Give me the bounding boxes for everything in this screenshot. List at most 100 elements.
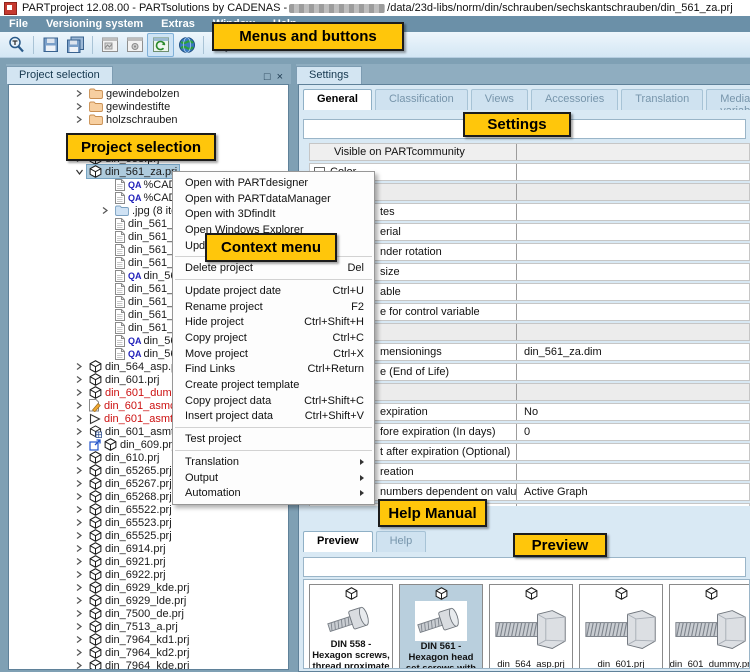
close-panel-icon[interactable]: ×	[277, 72, 283, 82]
window-settings-icon[interactable]	[122, 34, 147, 56]
settings-row-fore-expiration-in-days-[interactable]: fore expiration (In days)0	[309, 423, 750, 441]
context-menu-item-copy-project[interactable]: Copy projectCtrl+C	[173, 330, 374, 346]
tree-item-gewindebolzen[interactable]: gewindebolzen	[9, 87, 288, 100]
settings-row-value[interactable]	[517, 311, 749, 313]
context-menu-item-open-with-partdatamanager[interactable]: Open with PARTdataManager	[173, 191, 374, 207]
tab-translation[interactable]: Translation	[621, 89, 703, 110]
chevron-right-icon[interactable]	[75, 544, 87, 553]
settings-panel-tab[interactable]: Settings	[296, 66, 362, 84]
context-menu-item-find-links[interactable]: Find LinksCtrl+Return	[173, 362, 374, 378]
tree-item-din-65525-prj[interactable]: din_65525.prj	[9, 529, 288, 542]
chevron-right-icon[interactable]	[75, 115, 87, 124]
context-menu-item-translation[interactable]: Translation	[173, 454, 374, 470]
chevron-right-icon[interactable]	[75, 479, 87, 488]
chevron-right-icon[interactable]	[75, 453, 87, 462]
chevron-right-icon[interactable]	[75, 531, 87, 540]
settings-row-e-for-control-variable[interactable]: e for control variable	[309, 303, 750, 321]
context-menu-item-rename-project[interactable]: Rename projectF2	[173, 299, 374, 315]
window-sync-icon[interactable]	[147, 33, 174, 57]
settings-row-value[interactable]: No	[517, 405, 749, 419]
settings-row-value[interactable]: 0	[517, 425, 749, 439]
thumbnail-din-601-dummy-prj[interactable]: din_601_dummy.prj	[669, 584, 750, 669]
context-menu-item-output[interactable]: Output	[173, 470, 374, 486]
context-menu-item-hide-project[interactable]: Hide projectCtrl+Shift+H	[173, 315, 374, 331]
chevron-down-icon[interactable]	[75, 168, 87, 176]
search-part-icon[interactable]	[4, 34, 29, 56]
settings-row-erial[interactable]: erial	[309, 223, 750, 241]
chevron-right-icon[interactable]	[75, 414, 87, 423]
chevron-right-icon[interactable]	[75, 505, 87, 514]
settings-row-value[interactable]	[517, 451, 749, 453]
maximize-panel-icon[interactable]: □	[264, 72, 271, 82]
settings-row-value[interactable]	[517, 151, 749, 153]
tab-help[interactable]: Help	[376, 531, 427, 552]
chevron-right-icon[interactable]	[75, 518, 87, 527]
tree-item-din-7513-a-prj[interactable]: din_7513_a.prj	[9, 620, 288, 633]
tree-item-din-7500-de-prj[interactable]: din_7500_de.prj	[9, 607, 288, 620]
thumbnail-din-558-hexagon-screws-thread-[interactable]: DIN 558 - Hexagon screws, thread proxima…	[309, 584, 393, 669]
chevron-right-icon[interactable]	[75, 427, 87, 436]
context-menu-item-open-with-3dfindit[interactable]: Open with 3DfindIt	[173, 206, 374, 222]
context-menu-item-delete-project[interactable]: Delete projectDel	[173, 260, 374, 276]
settings-row-visible-on-partcommunity[interactable]: Visible on PARTcommunity	[309, 143, 750, 161]
window-image-icon[interactable]	[97, 34, 122, 56]
tree-item-holzschrauben[interactable]: holzschrauben	[9, 113, 288, 126]
settings-row-tes[interactable]: tes	[309, 203, 750, 221]
settings-row-value[interactable]: din_561_za.dim	[517, 345, 749, 359]
settings-row-mensionings[interactable]: mensioningsdin_561_za.dim	[309, 343, 750, 361]
tree-item-din-7964-kd2-prj[interactable]: din_7964_kd2.prj	[9, 646, 288, 659]
chevron-right-icon[interactable]	[75, 401, 87, 410]
settings-row-value[interactable]	[517, 171, 749, 173]
settings-row-ywords[interactable]: ywords	[309, 503, 750, 506]
context-menu-item-insert-project-data[interactable]: Insert project dataCtrl+Shift+V	[173, 409, 374, 425]
settings-row-able[interactable]: able	[309, 283, 750, 301]
tree-item-din-65523-prj[interactable]: din_65523.prj	[9, 516, 288, 529]
settings-row-value[interactable]	[517, 391, 749, 393]
settings-row-value[interactable]	[517, 211, 749, 213]
tree-item-din-6922-prj[interactable]: din_6922.prj	[9, 568, 288, 581]
context-menu-item-move-project[interactable]: Move projectCtrl+X	[173, 346, 374, 362]
settings-row-value[interactable]: Active Graph	[517, 485, 749, 499]
context-menu-item-update-project-date[interactable]: Update project dateCtrl+U	[173, 283, 374, 299]
project-selection-panel-tab[interactable]: Project selection	[6, 66, 113, 84]
chevron-right-icon[interactable]	[75, 583, 87, 592]
tab-general[interactable]: General	[303, 89, 372, 110]
chevron-right-icon[interactable]	[75, 466, 87, 475]
context-menu-item-automation[interactable]: Automation	[173, 485, 374, 501]
globe-icon[interactable]	[174, 34, 199, 56]
chevron-right-icon[interactable]	[75, 648, 87, 657]
tree-item-din-6929-kde-prj[interactable]: din_6929_kde.prj	[9, 581, 288, 594]
menu-extras[interactable]: Extras	[152, 18, 204, 30]
chevron-right-icon[interactable]	[75, 570, 87, 579]
settings-row-value[interactable]	[517, 371, 749, 373]
chevron-right-icon[interactable]	[75, 609, 87, 618]
chevron-right-icon[interactable]	[75, 622, 87, 631]
chevron-right-icon[interactable]	[75, 440, 87, 449]
chevron-right-icon[interactable]	[75, 596, 87, 605]
settings-row-value[interactable]	[517, 471, 749, 473]
tree-item-gewindestifte[interactable]: gewindestifte	[9, 100, 288, 113]
chevron-right-icon[interactable]	[75, 492, 87, 501]
settings-row-value[interactable]	[517, 291, 749, 293]
chevron-right-icon[interactable]	[75, 362, 87, 371]
settings-row-value[interactable]	[517, 231, 749, 233]
context-menu-item-test-project[interactable]: Test project	[173, 431, 374, 447]
tab-views[interactable]: Views	[471, 89, 528, 110]
settings-row-value[interactable]	[517, 191, 749, 193]
chevron-right-icon[interactable]	[75, 388, 87, 397]
menu-versioning-system[interactable]: Versioning system	[37, 18, 152, 30]
tab-classification[interactable]: Classification	[375, 89, 468, 110]
context-menu-item-create-project-template[interactable]: Create project template	[173, 377, 374, 393]
chevron-right-icon[interactable]	[75, 89, 87, 98]
settings-row-nder-rotation[interactable]: nder rotation	[309, 243, 750, 261]
settings-row-value[interactable]	[517, 271, 749, 273]
save-all-icon[interactable]	[63, 34, 88, 56]
settings-row-value[interactable]	[517, 251, 749, 253]
chevron-right-icon[interactable]	[75, 102, 87, 111]
thumbnail-din-561-hexagon-head-set-screw[interactable]: DIN 561 - Hexagon head set screws with s…	[399, 584, 483, 669]
thumbnail-din-564-asp-prj[interactable]: din_564_asp.prj	[489, 584, 573, 669]
settings-row-e-end-of-life-[interactable]: e (End of Life)	[309, 363, 750, 381]
chevron-right-icon[interactable]	[101, 206, 113, 215]
tree-item-din-6914-prj[interactable]: din_6914.prj	[9, 542, 288, 555]
settings-row-expiration[interactable]: expirationNo	[309, 403, 750, 421]
